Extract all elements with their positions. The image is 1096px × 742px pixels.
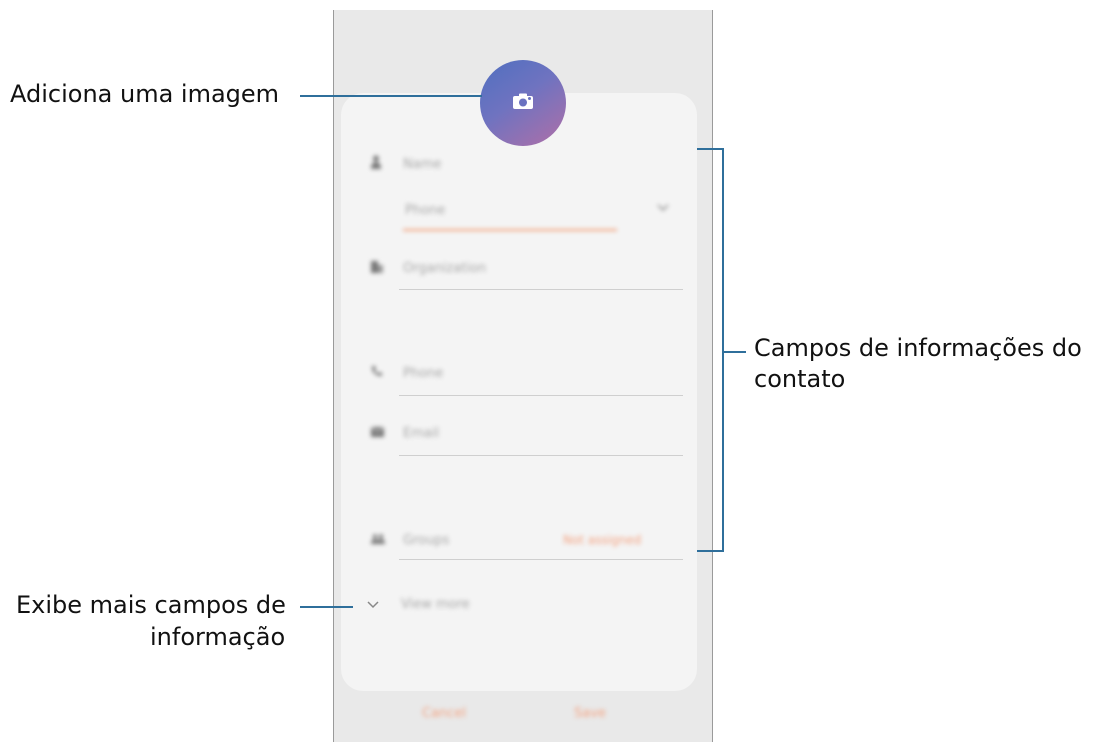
callout-more-fields-line2: informação <box>150 623 286 651</box>
save-button[interactable]: Save <box>574 706 606 721</box>
callout-info-fields-line1: Campos de informações do <box>754 334 1082 362</box>
callout-add-image-line <box>300 95 482 97</box>
callout-info-bracket <box>722 148 724 552</box>
callout-more-fields-line <box>300 606 353 608</box>
callout-more-fields-line1: Exibe mais campos de <box>16 591 286 619</box>
callout-info-line <box>724 351 746 353</box>
phone-icon <box>371 365 383 381</box>
callout-info-bracket-top <box>697 148 724 150</box>
contact-form-card: Name Phone Organization Phone Email Grou… <box>341 93 697 691</box>
add-image-button[interactable] <box>480 60 566 146</box>
expand-chevron-icon[interactable] <box>367 598 379 613</box>
groups-action[interactable]: Not assigned <box>563 533 641 547</box>
camera-icon <box>512 93 534 114</box>
storage-dropdown[interactable]: Phone <box>405 203 445 218</box>
person-icon <box>371 155 381 173</box>
email-underline <box>399 455 683 456</box>
cancel-button[interactable]: Cancel <box>422 706 466 721</box>
name-field[interactable]: Name <box>403 157 441 172</box>
groups-label: Groups <box>403 533 450 548</box>
building-icon <box>371 261 383 277</box>
callout-info-bracket-bottom <box>697 550 724 552</box>
groups-underline <box>399 559 683 560</box>
phone-underline <box>399 395 683 396</box>
storage-underline <box>403 229 617 231</box>
email-icon <box>370 426 385 441</box>
phone-field[interactable]: Phone <box>403 366 443 381</box>
view-more-button[interactable]: View more <box>401 597 470 612</box>
callout-add-image: Adiciona uma imagem <box>10 80 280 108</box>
groups-icon <box>371 533 385 548</box>
callout-info-fields-line2: contato <box>754 365 846 393</box>
phone-screen: Name Phone Organization Phone Email Grou… <box>333 10 713 742</box>
organization-underline <box>399 289 683 290</box>
email-field[interactable]: Email <box>403 426 439 441</box>
chevron-down-icon[interactable] <box>657 201 669 216</box>
organization-field[interactable]: Organization <box>403 261 486 276</box>
